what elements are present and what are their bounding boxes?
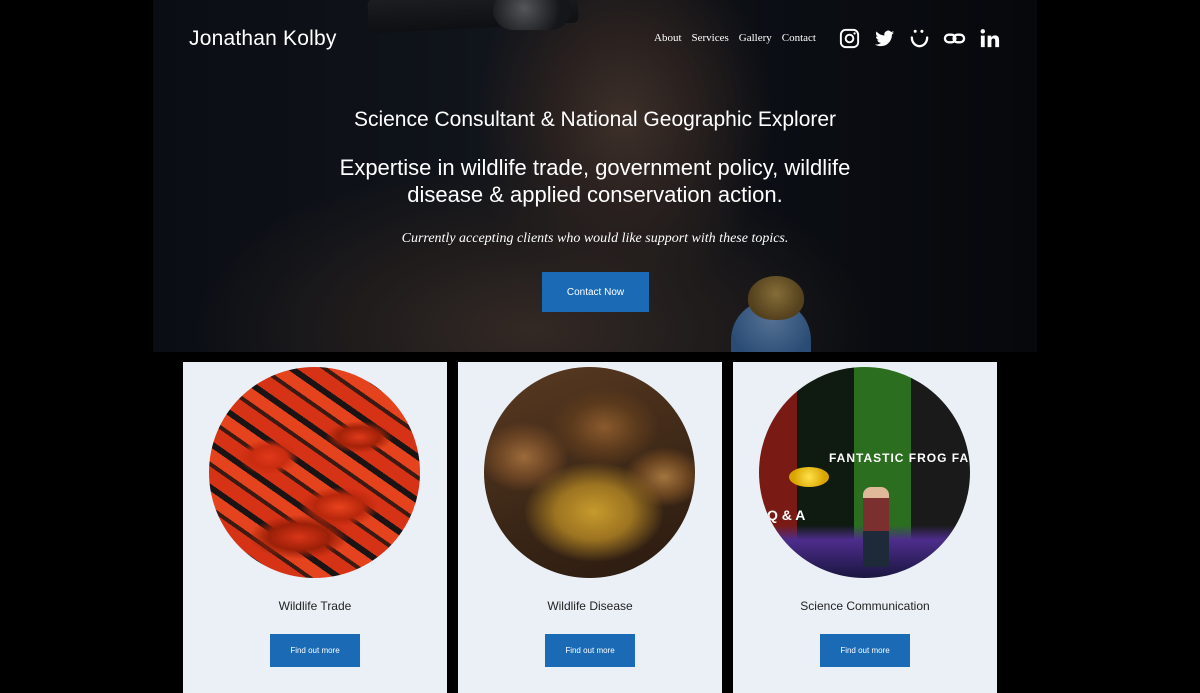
hero-subtitle: Science Consultant & National Geographic… [353, 108, 837, 131]
twitter-icon[interactable] [873, 27, 896, 50]
nav-about[interactable]: About [654, 32, 682, 44]
yellow-frog-slide [789, 467, 829, 487]
card-title: Wildlife Trade [278, 599, 352, 613]
instagram-icon[interactable] [838, 27, 861, 50]
service-card-wildlife-disease: Wildlife Disease Find out more [458, 362, 722, 693]
hero-note: Currently accepting clients who would li… [401, 231, 789, 246]
find-out-more-button[interactable]: Find out more [820, 634, 910, 667]
nav-gallery[interactable]: Gallery [739, 32, 772, 44]
speaker-figure [863, 487, 889, 567]
site-brand[interactable]: Jonathan Kolby [189, 27, 337, 51]
find-out-more-button[interactable]: Find out more [545, 634, 635, 667]
newts-photo [209, 367, 420, 578]
service-card-science-communication: FANTASTIC FROG FA Q & A Science Communic… [733, 362, 997, 693]
link-icon[interactable] [943, 27, 966, 50]
smugmug-icon[interactable] [908, 27, 931, 50]
find-out-more-button[interactable]: Find out more [270, 634, 360, 667]
hero-banner: Jonathan Kolby About Services Gallery Co… [153, 0, 1037, 352]
nav-contact[interactable]: Contact [782, 32, 816, 44]
nav-services[interactable]: Services [692, 32, 729, 44]
social-links [838, 27, 1001, 50]
contact-now-button[interactable]: Contact Now [542, 272, 649, 312]
stage-qa-text: Q & A [767, 507, 806, 523]
linkedin-icon[interactable] [978, 27, 1001, 50]
service-card-wildlife-trade: Wildlife Trade Find out more [183, 362, 447, 693]
hero-headline: Expertise in wildlife trade, government … [339, 155, 851, 207]
stage-slide-title: FANTASTIC FROG FA [829, 451, 970, 465]
card-title: Science Communication [800, 599, 930, 613]
card-title: Wildlife Disease [547, 599, 633, 613]
main-nav: About Services Gallery Contact [654, 32, 816, 44]
stage-photo: FANTASTIC FROG FA Q & A [759, 367, 970, 578]
toads-photo [484, 367, 695, 578]
